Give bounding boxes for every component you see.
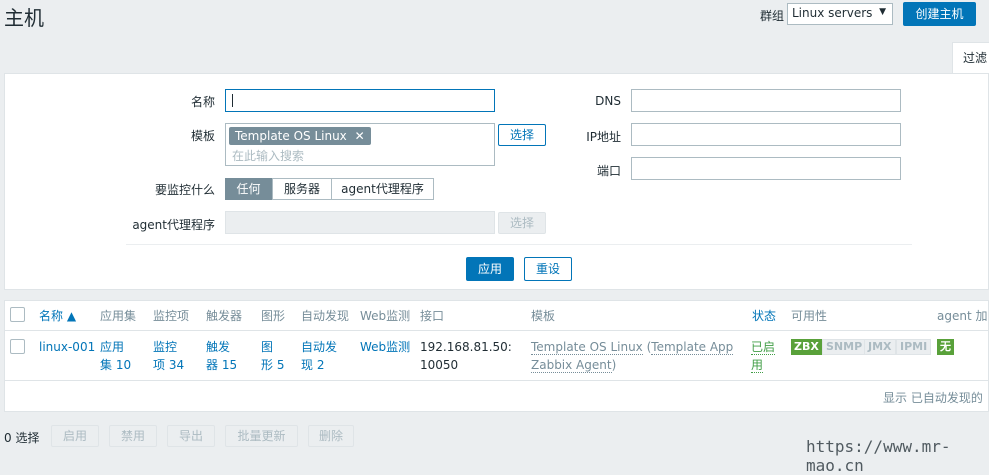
- watermark-url: https://www.mr-mao.cn: [806, 437, 951, 475]
- row-divider: [4, 380, 989, 381]
- filter-proxy-input: [225, 211, 495, 234]
- templates-cell: Template OS Linux (Template App Zabbix A…: [531, 338, 734, 374]
- discovery-link-line2: 现 2: [301, 358, 325, 372]
- row-checkbox[interactable]: [10, 339, 25, 354]
- tab-filter[interactable]: 过滤: [952, 42, 989, 74]
- filter-divider: [126, 244, 912, 245]
- graphs-link-line1: 图: [261, 340, 274, 354]
- filter-dns-input[interactable]: [631, 89, 901, 112]
- proxy-select-button: 选择: [498, 212, 546, 234]
- filter-proxy-label: agent代理程序: [132, 218, 215, 232]
- enable-button[interactable]: 启用: [51, 425, 99, 447]
- text-cursor: [232, 94, 233, 107]
- column-header-status[interactable]: 状态: [752, 307, 776, 324]
- monitored-proxy-option[interactable]: agent代理程序: [331, 178, 434, 200]
- column-header-triggers: 触发器: [206, 309, 243, 323]
- availability-snmp-badge: SNMP: [822, 339, 867, 355]
- column-header-items: 监控项: [153, 309, 190, 323]
- interface-cell: 192.168.81.50: 10050: [420, 338, 512, 374]
- select-all-checkbox[interactable]: [10, 307, 25, 322]
- group-label: 群组: [760, 9, 785, 23]
- column-header-interface: 接口: [420, 309, 445, 323]
- column-header-discovery: 自动发现: [301, 309, 350, 323]
- apps-link-line2: 集 10: [100, 358, 132, 372]
- filter-port-label: 端口: [596, 164, 621, 178]
- interface-line2: 10050: [420, 358, 459, 372]
- mass-update-button[interactable]: 批量更新: [225, 425, 298, 447]
- items-link[interactable]: 监控 项 34: [153, 338, 184, 374]
- template-select-button[interactable]: 选择: [498, 124, 546, 146]
- graphs-link[interactable]: 图 形 5: [261, 338, 284, 374]
- discovery-link-line1: 自动发: [301, 340, 338, 354]
- status-line2: 用: [751, 358, 764, 373]
- availability-ipmi-badge: IPMI: [896, 339, 932, 355]
- page-title: 主机: [4, 6, 44, 30]
- items-link-line1: 监控: [153, 340, 178, 354]
- reset-button[interactable]: 重设: [524, 257, 572, 281]
- disable-button[interactable]: 禁用: [109, 425, 157, 447]
- template-tag: Template OS Linux ✕: [229, 127, 371, 145]
- column-header-availability: 可用性: [791, 309, 828, 323]
- template-paren-close: ): [611, 358, 617, 372]
- interface-line1: 192.168.81.50:: [420, 340, 512, 354]
- web-link[interactable]: Web监测: [360, 338, 410, 356]
- template-tag-label: Template OS Linux: [235, 129, 347, 143]
- monitored-server-option[interactable]: 服务器: [272, 178, 332, 200]
- status-link[interactable]: 已启 用: [751, 338, 776, 374]
- selected-count: 0 选择: [4, 431, 40, 445]
- column-header-name[interactable]: 名称 ▲: [39, 307, 76, 324]
- discovery-link[interactable]: 自动发 现 2: [301, 338, 337, 374]
- filter-ip-input[interactable]: [631, 123, 901, 146]
- column-header-graphs: 图形: [261, 309, 286, 323]
- apps-link[interactable]: 应用 集 10: [100, 338, 131, 374]
- filter-name-label: 名称: [190, 95, 215, 109]
- column-header-templates: 模板: [531, 309, 556, 323]
- items-link-line2: 项 34: [153, 358, 185, 372]
- filter-ip-label: IP地址: [586, 130, 621, 144]
- filter-monitored-by-label: 要监控什么: [154, 183, 215, 197]
- close-icon[interactable]: ✕: [355, 129, 365, 143]
- filter-dns-label: DNS: [595, 94, 621, 108]
- template-search-placeholder[interactable]: 在此输入搜索: [232, 147, 304, 164]
- triggers-link[interactable]: 触发 器 15: [206, 338, 237, 374]
- group-select[interactable]: Linux servers ▼: [787, 3, 893, 25]
- export-button[interactable]: 导出: [167, 425, 215, 447]
- group-select-value: Linux servers: [792, 6, 873, 20]
- filter-template-label: 模板: [190, 129, 215, 143]
- host-name-link[interactable]: linux-001: [39, 338, 95, 356]
- create-host-button[interactable]: 创建主机: [903, 2, 976, 26]
- filter-port-input[interactable]: [631, 157, 901, 180]
- filter-template-multiselect[interactable]: Template OS Linux ✕ 在此输入搜索: [225, 123, 495, 166]
- triggers-link-line2: 器 15: [206, 358, 238, 372]
- delete-button[interactable]: 删除: [308, 425, 354, 447]
- monitored-any-option[interactable]: 任何: [225, 178, 272, 200]
- column-header-web: Web监测: [360, 309, 411, 323]
- graphs-link-line2: 形 5: [261, 358, 285, 372]
- template-link[interactable]: Template OS Linux: [531, 340, 643, 355]
- table-footer-text: 显示 已自动发现的: [883, 391, 983, 405]
- encryption-badge: 无: [937, 339, 954, 355]
- triggers-link-line1: 触发: [206, 340, 231, 354]
- filter-name-input[interactable]: [225, 89, 495, 112]
- availability-zbx-badge: ZBX: [791, 339, 822, 355]
- template-parent-link-line1[interactable]: Template App: [651, 340, 734, 355]
- status-line1: 已启: [751, 340, 776, 355]
- chevron-down-icon: ▼: [879, 7, 886, 17]
- template-paren-open: (: [642, 340, 652, 354]
- column-header-apps: 应用集: [100, 309, 137, 323]
- header-divider: [4, 330, 989, 331]
- column-header-encryption: agent 加密: [937, 309, 987, 323]
- apply-button[interactable]: 应用: [466, 257, 514, 281]
- template-parent-link-line2[interactable]: Zabbix Agent: [531, 358, 612, 373]
- availability-jmx-badge: JMX: [864, 339, 896, 355]
- apps-link-line1: 应用: [100, 340, 125, 354]
